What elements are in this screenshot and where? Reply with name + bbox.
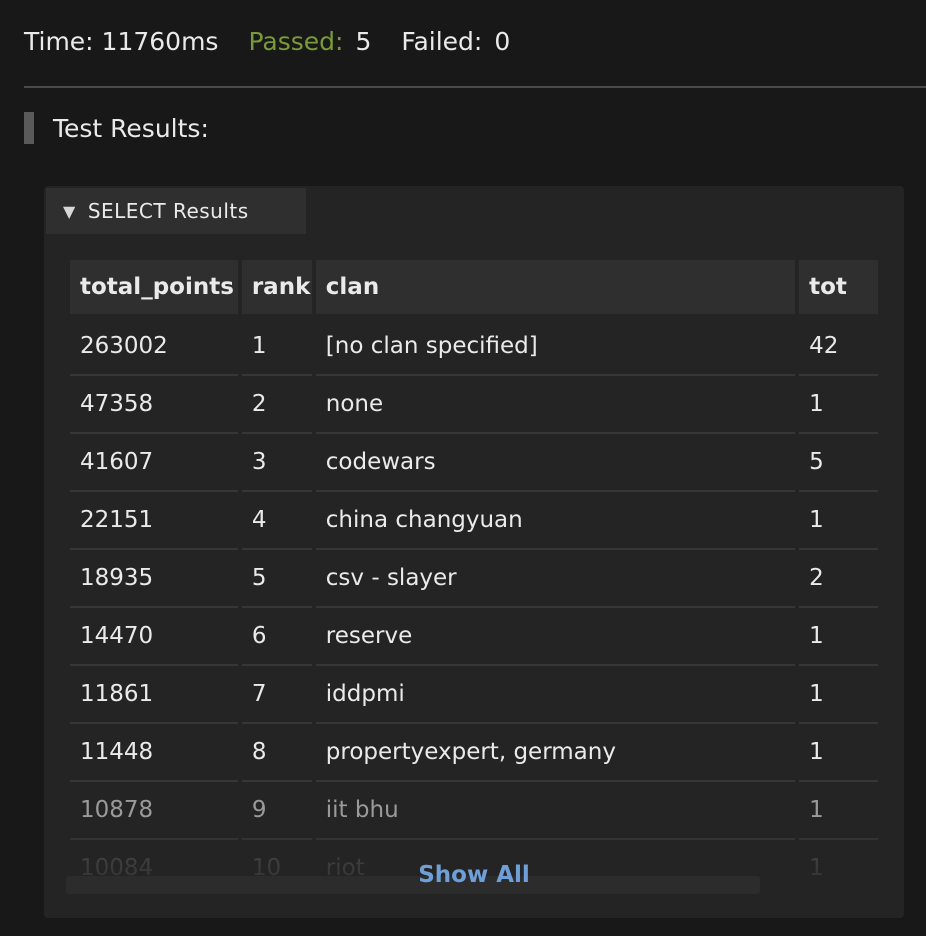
show-all-button[interactable]: Show All	[44, 862, 904, 888]
cell-clan: iit bhu	[315, 782, 796, 840]
cell-clan: propertyexpert, germany	[315, 724, 796, 782]
test-results-heading: Test Results:	[24, 112, 209, 144]
select-results-panel: ▼ SELECT Results total_points rank clan …	[44, 186, 904, 918]
cell-rank: 1	[241, 318, 312, 376]
test-summary: Time: 11760ms Passed: 5 Failed: 0	[24, 24, 510, 58]
failed-count: 0	[494, 26, 511, 56]
cell-clan: codewars	[315, 434, 796, 492]
table-header-row: total_points rank clan tot	[70, 260, 878, 318]
cell-clan: china changyuan	[315, 492, 796, 550]
cell-rank: 4	[241, 492, 312, 550]
results-table: total_points rank clan tot 263002 1 [no …	[70, 260, 882, 880]
cell-total-points: 14470	[70, 608, 238, 666]
cell-total: 2	[799, 550, 878, 608]
passed-count: 5	[355, 26, 372, 56]
cell-rank: 9	[241, 782, 312, 840]
table-row: 47358 2 none 1	[70, 376, 878, 434]
cell-total-points: 41607	[70, 434, 238, 492]
cell-rank: 2	[241, 376, 312, 434]
cell-clan: reserve	[315, 608, 796, 666]
column-header-rank: rank	[241, 260, 312, 318]
cell-rank: 5	[241, 550, 312, 608]
test-results-title: Test Results:	[53, 113, 209, 143]
cell-total: 1	[799, 782, 878, 840]
cell-total-points: 10878	[70, 782, 238, 840]
table-row: 22151 4 china changyuan 1	[70, 492, 878, 550]
column-header-total-points: total_points	[70, 260, 238, 318]
summary-divider	[24, 86, 926, 88]
time-label: Time: 11760ms	[24, 26, 219, 56]
cell-rank: 7	[241, 666, 312, 724]
cell-rank: 6	[241, 608, 312, 666]
cell-total: 5	[799, 434, 878, 492]
cell-clan: [no clan specified]	[315, 318, 796, 376]
cell-clan: iddpmi	[315, 666, 796, 724]
cell-total-points: 263002	[70, 318, 238, 376]
failed-label: Failed:	[401, 26, 483, 56]
select-results-label: SELECT Results	[87, 199, 249, 223]
cell-total-points: 18935	[70, 550, 238, 608]
cell-rank: 3	[241, 434, 312, 492]
triangle-down-icon: ▼	[63, 201, 76, 221]
cell-total: 1	[799, 376, 878, 434]
cell-total: 1	[799, 724, 878, 782]
cell-total-points: 22151	[70, 492, 238, 550]
table-row: 14470 6 reserve 1	[70, 608, 878, 666]
column-header-clan: clan	[315, 260, 796, 318]
select-results-toggle[interactable]: ▼ SELECT Results	[46, 188, 306, 234]
cell-total-points: 11861	[70, 666, 238, 724]
table-row: 18935 5 csv - slayer 2	[70, 550, 878, 608]
cell-clan: none	[315, 376, 796, 434]
cell-clan: csv - slayer	[315, 550, 796, 608]
cell-total: 1	[799, 666, 878, 724]
cell-total-points: 47358	[70, 376, 238, 434]
cell-rank: 8	[241, 724, 312, 782]
table-row: 10878 9 iit bhu 1	[70, 782, 878, 840]
table-row: 263002 1 [no clan specified] 42	[70, 318, 878, 376]
table-row: 11448 8 propertyexpert, germany 1	[70, 724, 878, 782]
cell-total: 1	[799, 608, 878, 666]
results-table-container[interactable]: total_points rank clan tot 263002 1 [no …	[70, 260, 882, 880]
table-row: 41607 3 codewars 5	[70, 434, 878, 492]
cell-total: 42	[799, 318, 878, 376]
table-row: 11861 7 iddpmi 1	[70, 666, 878, 724]
cell-total-points: 11448	[70, 724, 238, 782]
column-header-total: tot	[799, 260, 878, 318]
heading-accent-bar	[24, 112, 34, 144]
passed-label: Passed:	[248, 26, 344, 56]
cell-total: 1	[799, 492, 878, 550]
